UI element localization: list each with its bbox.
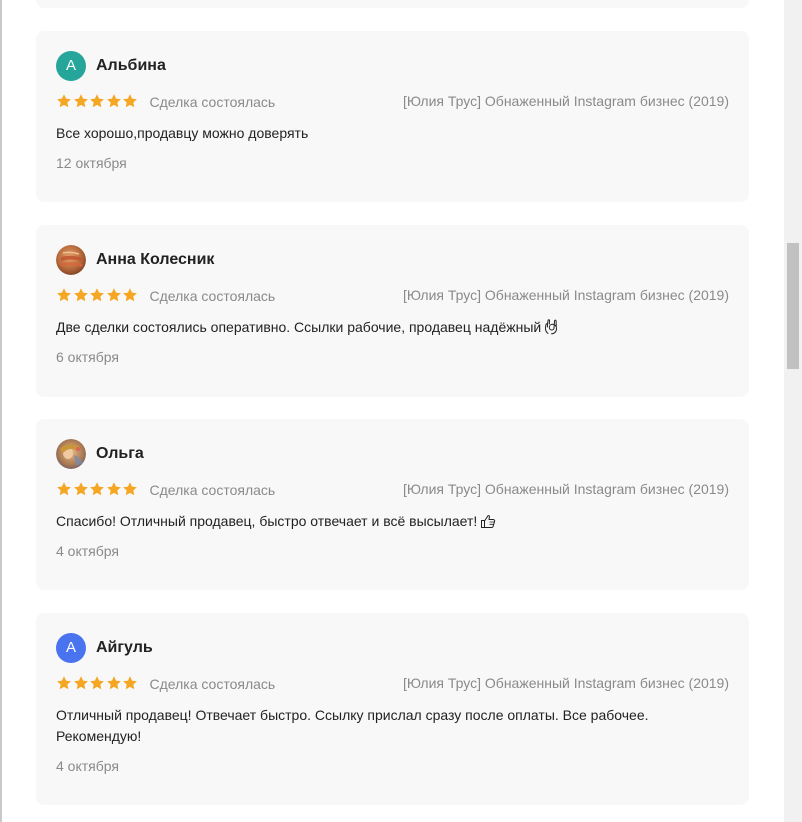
- review-card: А Айгуль Сделка состоялась [Юлия Трус] О…: [36, 613, 749, 805]
- star-icon: [122, 287, 138, 303]
- star-icon: [56, 675, 72, 691]
- review-text: Все хорошо,продавцу можно доверять: [56, 123, 709, 144]
- review-card: Ольга Сделка состоялась [Юлия Трус] Обна…: [36, 419, 749, 590]
- deal-status: Сделка состоялась: [149, 482, 276, 498]
- review-meta: Сделка состоялась [Юлия Трус] Обнаженный…: [56, 673, 729, 693]
- deal-status: Сделка состоялась: [149, 288, 276, 304]
- review-meta: Сделка состоялась [Юлия Трус] Обнаженный…: [56, 479, 729, 499]
- ok-hand-icon: [544, 318, 558, 341]
- review-text-content: Все хорошо,продавцу можно доверять: [56, 125, 309, 141]
- avatar: А: [56, 633, 86, 663]
- review-author: Ольга: [56, 439, 144, 469]
- star-icon: [56, 481, 72, 497]
- scrollbar-thumb[interactable]: [787, 243, 799, 369]
- author-name: Ольга: [96, 445, 144, 462]
- review-date: 4 октября: [56, 543, 119, 559]
- rating-stars: [56, 674, 139, 692]
- author-name: Анна Колесник: [96, 251, 215, 268]
- rating-stars: [56, 480, 139, 498]
- author-name: Айгуль: [96, 639, 153, 656]
- review-text-content: Отличный продавец! Отвечает быстро. Ссыл…: [56, 707, 649, 744]
- star-icon: [73, 481, 89, 497]
- star-icon: [122, 675, 138, 691]
- product-link[interactable]: [Юлия Трус] Обнаженный Instagram бизнес …: [403, 287, 729, 303]
- star-icon: [73, 287, 89, 303]
- review-card: А Альбина Сделка состоялась [Юлия Трус] …: [36, 31, 749, 202]
- deal-status: Сделка состоялась: [149, 94, 276, 110]
- product-link[interactable]: [Юлия Трус] Обнаженный Instagram бизнес …: [403, 481, 729, 497]
- rating-stars: [56, 286, 139, 304]
- star-icon: [89, 287, 105, 303]
- review-card: Анна Колесник Сделка состоялась [Юлия Тр…: [36, 225, 749, 397]
- star-icon: [73, 675, 89, 691]
- review-author: Анна Колесник: [56, 245, 214, 275]
- star-icon: [106, 675, 122, 691]
- star-icon: [89, 481, 105, 497]
- review-text: Две сделки состоялись оперативно. Ссылки…: [56, 317, 709, 341]
- review-date: 4 октября: [56, 758, 119, 774]
- review-date: 12 октября: [56, 155, 127, 171]
- avatar: [56, 245, 86, 275]
- star-icon: [122, 93, 138, 109]
- product-link[interactable]: [Юлия Трус] Обнаженный Instagram бизнес …: [403, 675, 729, 691]
- deal-status: Сделка состоялась: [149, 676, 276, 692]
- review-text: Спасибо! Отличный продавец, быстро отвеч…: [56, 511, 709, 535]
- star-icon: [56, 93, 72, 109]
- thumbs-up-icon: [480, 513, 496, 535]
- review-text: Отличный продавец! Отвечает быстро. Ссыл…: [56, 705, 659, 747]
- review-meta: Сделка состоялась [Юлия Трус] Обнаженный…: [56, 91, 729, 111]
- star-icon: [122, 481, 138, 497]
- reviews-list: А Альбина Сделка состоялась [Юлия Трус] …: [2, 0, 784, 822]
- review-text-content: Спасибо! Отличный продавец, быстро отвеч…: [56, 513, 478, 529]
- avatar: А: [56, 51, 86, 81]
- star-icon: [106, 93, 122, 109]
- review-author: А Альбина: [56, 51, 166, 81]
- star-icon: [89, 675, 105, 691]
- review-author: А Айгуль: [56, 633, 153, 663]
- review-date: 6 октября: [56, 349, 119, 365]
- star-icon: [106, 287, 122, 303]
- star-icon: [56, 287, 72, 303]
- review-text-content: Две сделки состоялись оперативно. Ссылки…: [56, 319, 542, 335]
- review-card-previous: [36, 0, 749, 8]
- star-icon: [106, 481, 122, 497]
- vertical-scrollbar[interactable]: [784, 0, 802, 822]
- avatar: [56, 439, 86, 469]
- rating-stars: [56, 92, 139, 110]
- star-icon: [73, 93, 89, 109]
- product-link[interactable]: [Юлия Трус] Обнаженный Instagram бизнес …: [403, 93, 729, 109]
- review-meta: Сделка состоялась [Юлия Трус] Обнаженный…: [56, 285, 729, 305]
- star-icon: [89, 93, 105, 109]
- author-name: Альбина: [96, 57, 166, 74]
